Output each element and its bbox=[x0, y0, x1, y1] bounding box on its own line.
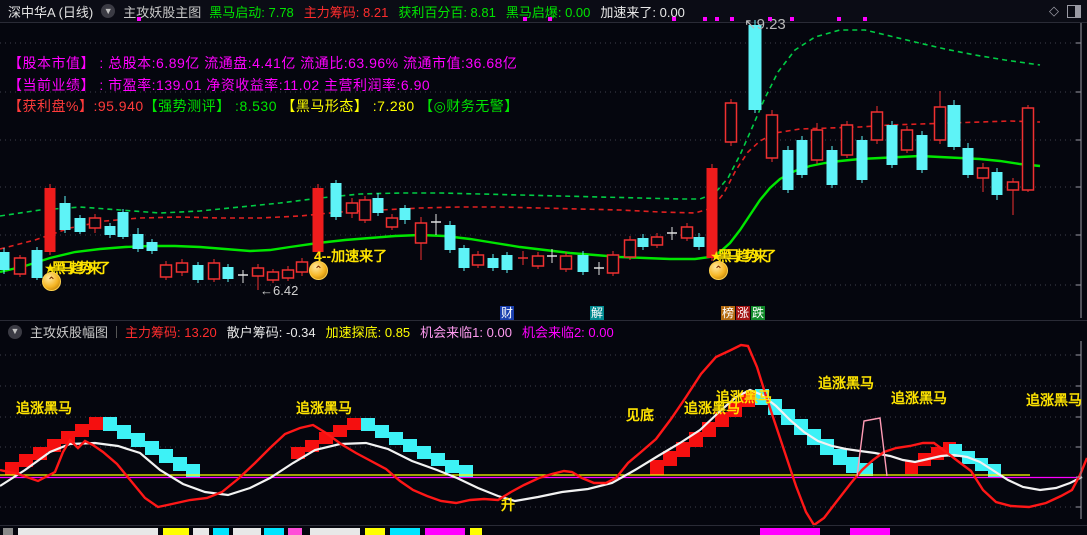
indicator-readout: 机会来临2: 0.00 bbox=[521, 325, 614, 340]
clipped-text-fragment bbox=[18, 528, 158, 535]
clipped-text-fragment bbox=[233, 528, 261, 535]
clipped-text-fragment bbox=[470, 528, 482, 535]
indicator-readout: 加速探底: 0.85 bbox=[325, 325, 411, 340]
trading-app-window: 深中华A (日线) ▼ 主攻妖股主图 黑马启动: 7.78 主力筹码: 8.21 获… bbox=[0, 0, 1087, 535]
price-label: ↖9.23 bbox=[744, 16, 786, 33]
clipped-text-fragment bbox=[213, 528, 229, 535]
clipped-text-fragment bbox=[390, 528, 420, 535]
signal-dot bbox=[523, 17, 527, 21]
panel-divider bbox=[0, 525, 1087, 526]
indicator-readout: 主力筹码: 13.20 bbox=[125, 325, 217, 340]
sub-signal-annotation: 升 bbox=[501, 497, 515, 513]
hot-tag-财[interactable]: 财 bbox=[500, 306, 514, 321]
clipped-indicator-row bbox=[0, 527, 1087, 535]
price-label: ←6.42 bbox=[260, 283, 299, 298]
sub-indicator-values: 主力筹码: 13.20 散户筹码: -0.34 加速探底: 0.85 机会来临1: 0… bbox=[125, 322, 624, 341]
signal-dot bbox=[715, 17, 719, 21]
clipped-text-fragment bbox=[264, 528, 284, 535]
signal-dot bbox=[548, 17, 552, 21]
sub-signal-annotation: 追涨黑马 bbox=[716, 389, 772, 405]
clipped-text-fragment bbox=[3, 528, 13, 535]
panel-divider bbox=[0, 320, 1087, 321]
signal-dot bbox=[863, 17, 867, 21]
clipped-text-fragment bbox=[850, 528, 890, 535]
clipped-text-fragment bbox=[193, 528, 209, 535]
sub-signal-annotation: 追涨黑马 bbox=[16, 400, 72, 416]
chevron-down-icon[interactable]: ▼ bbox=[8, 324, 22, 339]
info-line: 【当前业绩】 : 市盈率:139.01 净资收益率:11.02 主营利润率:6.… bbox=[8, 77, 431, 93]
hot-tag-跌[interactable]: 跌 bbox=[751, 306, 765, 321]
clipped-text-fragment bbox=[310, 528, 360, 535]
gold-coin-up-icon: ⌃ bbox=[309, 261, 328, 280]
gold-coin-up-icon: ⌃ bbox=[42, 272, 61, 291]
hot-tag-榜[interactable]: 榜 bbox=[721, 306, 735, 321]
info-line: 【股本市值】 : 总股本:6.89亿 流通盘:4.41亿 流通比:63.96% … bbox=[8, 55, 518, 71]
signal-dot bbox=[768, 17, 772, 21]
sub-signal-annotation: 追涨黑马 bbox=[891, 390, 947, 406]
sub-signal-annotation: 追涨黑马 bbox=[818, 375, 874, 391]
clipped-text-fragment bbox=[163, 528, 189, 535]
indicator-readout: 散户筹码: -0.34 bbox=[226, 325, 316, 340]
sub-signal-annotation: 追涨黑马 bbox=[1026, 392, 1082, 408]
sub-signal-annotation: 追涨黑马 bbox=[296, 400, 352, 416]
info-line: 【获利盘%】:95.940【强势测评】 :8.530 【黑马形态】 :7.280… bbox=[8, 98, 519, 114]
divider bbox=[116, 325, 118, 338]
indicator-readout: 机会来临1: 0.00 bbox=[420, 325, 512, 340]
clipped-text-fragment bbox=[288, 528, 302, 535]
clipped-text-fragment bbox=[425, 528, 465, 535]
sub-indicator-name[interactable]: 主攻妖股幅图 bbox=[30, 322, 108, 341]
clipped-text-fragment bbox=[760, 528, 820, 535]
signal-dot bbox=[703, 17, 707, 21]
hot-tag-解[interactable]: 解 bbox=[590, 306, 604, 321]
signal-dot bbox=[837, 17, 841, 21]
gold-coin-up-icon: ⌃ bbox=[709, 261, 728, 280]
signal-dot bbox=[672, 17, 676, 21]
sub-signal-annotation: 见底 bbox=[626, 407, 654, 423]
signal-dot bbox=[730, 17, 734, 21]
signal-dot bbox=[790, 17, 794, 21]
sub-panel-header: ▼ 主攻妖股幅图 主力筹码: 13.20 散户筹码: -0.34 加速探底: 0.8… bbox=[0, 322, 1087, 341]
clipped-text-fragment bbox=[365, 528, 385, 535]
signal-dot bbox=[137, 17, 141, 21]
hot-tag-涨[interactable]: 涨 bbox=[736, 306, 750, 321]
